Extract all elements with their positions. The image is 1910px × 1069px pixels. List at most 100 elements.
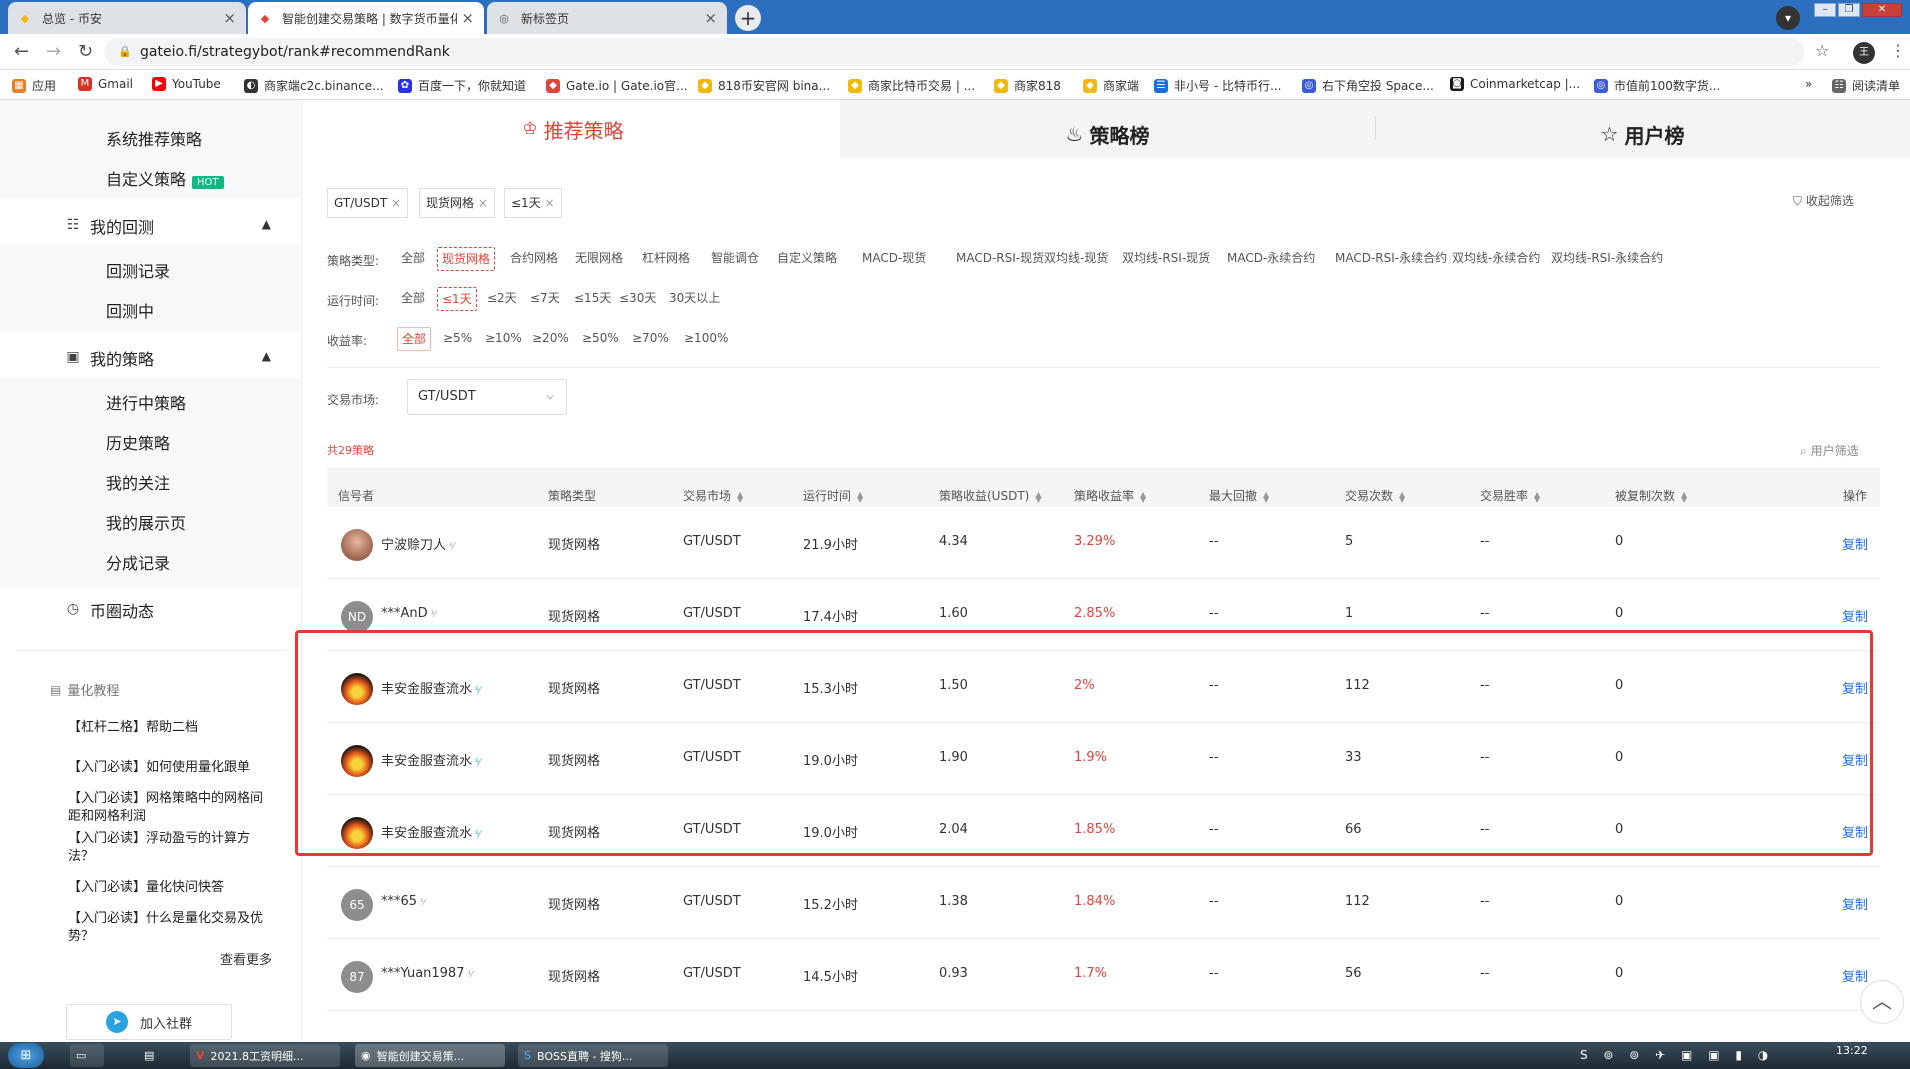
signaler-name[interactable]: ***65 ⅟ (381, 894, 425, 909)
bookmark-apps[interactable]: ▦ 应用 (12, 77, 56, 94)
type-option[interactable]: MACD-现货 (858, 247, 930, 271)
reload-icon[interactable]: ↻ (78, 41, 93, 62)
explorer-icon[interactable]: ▭ (70, 1044, 104, 1067)
type-option[interactable]: MACD-RSI-现货 (952, 247, 1048, 271)
bookmark-c2c[interactable]: ◐ 商家端c2c.binance... (244, 77, 384, 94)
browser-tab-newtab[interactable]: ◎ 新标签页 × (487, 2, 727, 34)
new-tab-button[interactable]: + (735, 5, 761, 31)
col-header-runtime[interactable]: 运行时间 ▲ ▼ (803, 487, 863, 504)
close-icon[interactable]: × (391, 196, 401, 210)
bookmarks-overflow-icon[interactable]: » (1805, 77, 1812, 91)
sidebar-item-showcase[interactable]: 我的展示页 (106, 510, 186, 534)
type-option[interactable]: 自定义策略 (773, 247, 841, 271)
type-option[interactable]: 智能调仓 (707, 247, 763, 271)
col-header-rate[interactable]: 策略收益率 ▲ ▼ (1074, 487, 1146, 504)
avatar[interactable]: 87 (341, 961, 373, 993)
copy-button[interactable]: 复制 (1842, 894, 1868, 913)
copy-button[interactable]: 复制 (1842, 750, 1868, 769)
browser-tab-gate[interactable]: ◆ 智能创建交易策略 | 数字货币量化 × (248, 2, 484, 34)
yield-option[interactable]: ≥10% (481, 327, 526, 351)
type-option[interactable]: 现货网格 (437, 247, 496, 271)
profile-dropdown-icon[interactable]: ▾ (1776, 6, 1800, 30)
close-icon[interactable]: × (461, 9, 474, 27)
copy-button[interactable]: 复制 (1842, 822, 1868, 841)
sidebar-item-custom-strategy[interactable]: 自定义策略 HOT (106, 166, 224, 190)
bookmark-gateio[interactable]: ◆ Gate.io | Gate.io官... (546, 77, 688, 94)
avatar[interactable] (341, 817, 373, 849)
tutorial-link[interactable]: 【入门必读】什么是量化交易及优势？ (68, 910, 268, 946)
close-icon[interactable]: × (478, 196, 488, 210)
col-header-trades[interactable]: 交易次数 ▲ ▼ (1345, 487, 1405, 504)
sidebar-group-backtest[interactable]: ☷ 我的回测 (64, 214, 154, 238)
tutorial-link[interactable]: 【入门必读】量化快问快答 (68, 879, 268, 897)
type-option[interactable]: 全部 (397, 247, 429, 271)
taskbar-item-sogou[interactable]: S BOSS直聘 - 搜狗... (518, 1044, 668, 1067)
avatar[interactable]: 王 (1853, 42, 1875, 64)
chevron-up-icon[interactable]: ▲ (262, 349, 271, 363)
sidebar-item-backtesting[interactable]: 回测中 (106, 298, 154, 322)
sidebar-item-revenue-share[interactable]: 分成记录 (106, 550, 170, 574)
tutorial-link[interactable]: 【入门必读】网格策略中的网格间距和网格利润 (68, 790, 268, 826)
tutorial-link[interactable]: 【入门必读】浮动盈亏的计算方法？ (68, 830, 268, 866)
sidebar-group-my-strategy[interactable]: ▣ 我的策略 (64, 346, 154, 370)
bookmark-youtube[interactable]: ▶ YouTube (152, 77, 221, 91)
yield-option[interactable]: ≥70% (628, 327, 673, 351)
join-community-button[interactable]: ➤ 加入社群 (66, 1004, 232, 1040)
yield-option[interactable]: ≥100% (680, 327, 732, 351)
browser-tab-binance[interactable]: ◆ 总览 - 币安 × (8, 2, 246, 34)
back-icon[interactable]: ← (14, 41, 29, 62)
signaler-name[interactable]: 丰安金服查流水 ⅟ (381, 750, 480, 769)
copy-button[interactable]: 复制 (1842, 678, 1868, 697)
sidebar-item-following[interactable]: 我的关注 (106, 470, 170, 494)
start-button[interactable]: ⊞ (8, 1043, 44, 1068)
bookmark-merchant-btc[interactable]: ◆ 商家比特币交易 | ... (848, 77, 975, 94)
bookmark-gmail[interactable]: M Gmail (78, 77, 133, 91)
tutorial-link[interactable]: 【入门必读】如何使用量化跟单 (68, 759, 268, 777)
time-option[interactable]: ≤7天 (526, 287, 564, 311)
filter-chip-time[interactable]: ≤1天 × (504, 188, 562, 218)
bookmark-top100[interactable]: ◎ 市值前100数字货... (1594, 77, 1720, 94)
restore-icon[interactable]: ❐ (1838, 3, 1860, 17)
type-option[interactable]: 双均线-永续合约 (1448, 247, 1544, 271)
copy-button[interactable]: 复制 (1842, 534, 1868, 553)
taskbar-item-excel[interactable]: V 2021.8工资明细... (190, 1044, 340, 1067)
tab-user-rank[interactable]: ☆ 用户榜 (1375, 105, 1910, 163)
time-option[interactable]: 30天以上 (665, 287, 724, 311)
bookmark-merchant-818[interactable]: ◆ 商家818 (994, 77, 1061, 94)
copy-button[interactable]: 复制 (1842, 606, 1868, 625)
avatar[interactable]: 65 (341, 889, 373, 921)
sidebar-group-feed[interactable]: ◷ 币圈动态 (64, 598, 154, 622)
type-option[interactable]: 合约网格 (506, 247, 562, 271)
avatar[interactable] (341, 673, 373, 705)
type-option[interactable]: MACD-永续合约 (1223, 247, 1319, 271)
type-option[interactable]: 杠杆网格 (638, 247, 694, 271)
collapse-filter-button[interactable]: ⛉ 收起筛选 (1793, 192, 1854, 209)
type-option[interactable]: 双均线-现货 (1040, 247, 1112, 271)
yield-option[interactable]: ≥5% (439, 327, 476, 351)
copy-button[interactable]: 复制 (1842, 966, 1868, 985)
user-filter-button[interactable]: ⌕ 用户筛选 (1800, 442, 1859, 459)
filter-chip-market[interactable]: GT/USDT × (327, 188, 409, 218)
url-field[interactable]: 🔒 gateio.fi/strategybot/rank#recommendRa… (104, 38, 1804, 66)
time-option[interactable]: ≤1天 (437, 287, 477, 311)
col-header-winrate[interactable]: 交易胜率 ▲ ▼ (1480, 487, 1540, 504)
yield-option[interactable]: 全部 (397, 327, 432, 351)
sidebar-item-backtest-records[interactable]: 回测记录 (106, 258, 170, 282)
signaler-name[interactable]: 丰安金服查流水 ⅟ (381, 678, 480, 697)
type-option[interactable]: 双均线-RSI-永续合约 (1547, 247, 1667, 271)
time-option[interactable]: ≤15天 (570, 287, 615, 311)
menu-icon[interactable]: ⋮ (1890, 41, 1906, 60)
bookmark-feixiaohao[interactable]: ☰ 非小号 - 比特币行... (1154, 77, 1281, 94)
taskbar-item-chrome[interactable]: ◉ 智能创建交易策... (355, 1044, 505, 1067)
signaler-name[interactable]: 宁波赊刀人 ⅟ (381, 534, 454, 553)
bookmark-space[interactable]: ◎ 右下角空投 Space... (1302, 77, 1434, 94)
clock[interactable]: 13:22 (1836, 1044, 1868, 1057)
filter-chip-type[interactable]: 现货网格 × (419, 188, 495, 218)
bookmark-baidu[interactable]: ✿ 百度一下，你就知道 (398, 77, 526, 94)
close-icon[interactable]: × (704, 9, 717, 27)
close-window-icon[interactable]: ✕ (1862, 3, 1902, 17)
signaler-name[interactable]: 丰安金服查流水 ⅟ (381, 822, 480, 841)
reading-list[interactable]: ☷ 阅读清单 (1832, 77, 1900, 94)
market-select[interactable]: GT/USDT ⌵ (407, 379, 567, 415)
chevron-up-icon[interactable]: ▲ (262, 217, 271, 231)
